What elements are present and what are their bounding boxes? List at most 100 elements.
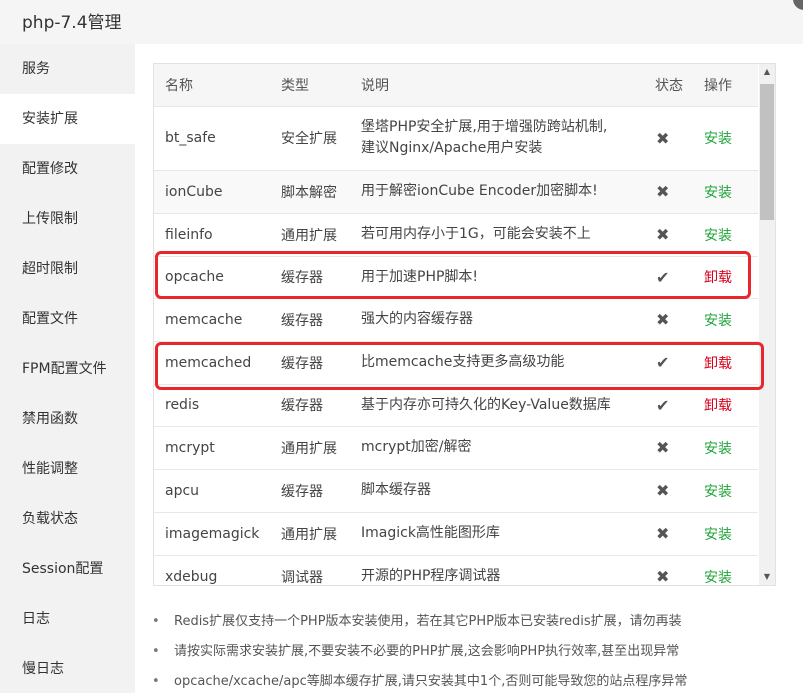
table-row: mcrypt 通用扩展 mcrypt加密/解密 ✖ 安装: [154, 425, 758, 469]
ext-desc: 用于解密ionCube Encoder加密脚本!: [350, 169, 644, 213]
header-status: 状态: [655, 77, 683, 94]
ext-action-cell: 安装: [693, 169, 758, 213]
ext-desc: 堡塔PHP安全扩展,用于增强防跨站机制, 建议Nginx/Apache用户安装: [350, 105, 644, 170]
sidebar-item-load-status[interactable]: 负载状态: [0, 494, 135, 544]
ext-action-cell: 卸载: [693, 383, 758, 426]
table-header-row: 名称 类型 说明 状态 操作: [154, 64, 758, 106]
ext-type: 通用扩展: [270, 425, 350, 469]
install-button[interactable]: 安装: [704, 185, 732, 201]
sidebar-item-service[interactable]: 服务: [0, 44, 135, 94]
ext-desc: 若可用内存小于1G，可能会安装不上: [350, 212, 644, 256]
sidebar-item-config-modify[interactable]: 配置修改: [0, 144, 135, 194]
ext-name: fileinfo: [154, 212, 270, 256]
sidebar-item-timeout-limit[interactable]: 超时限制: [0, 244, 135, 294]
ext-name: imagemagick: [154, 511, 270, 555]
ext-action-cell: 安装: [693, 425, 758, 469]
installed-check-icon: ✔: [656, 395, 670, 415]
ext-status: ✖: [644, 212, 693, 256]
not-installed-icon: ✖: [656, 438, 670, 457]
scroll-thumb[interactable]: [760, 84, 774, 220]
ext-desc: Imagick高性能图形库: [350, 511, 644, 555]
highlight-box-memcached: [155, 342, 764, 390]
install-button[interactable]: 安装: [704, 441, 732, 457]
ext-name: apcu: [154, 468, 270, 512]
not-installed-icon: ✖: [656, 182, 670, 201]
not-installed-icon: ✖: [656, 310, 670, 329]
ext-type: 调试器: [270, 554, 350, 585]
ext-action-cell: 安装: [693, 511, 758, 555]
table-row: apcu 缓存器 脚本缓存器 ✖ 安装: [154, 468, 758, 512]
ext-status: ✖: [644, 425, 693, 469]
sidebar-item-fpm-config[interactable]: FPM配置文件: [0, 344, 135, 394]
title-bar: php-7.4管理: [0, 0, 803, 44]
highlight-box-opcache: [155, 251, 751, 299]
ext-name: memcache: [154, 297, 270, 341]
sidebar-item-session-config[interactable]: Session配置: [0, 544, 135, 594]
scroll-down-arrow-icon[interactable]: ▼: [759, 569, 775, 585]
ext-type: 缓存器: [270, 468, 350, 512]
header-action: 操作: [704, 77, 732, 94]
note-item: opcache/xcache/apc等脚本缓存扩展,请只安装其中1个,否则可能导…: [152, 670, 803, 693]
table-row: xdebug 调试器 开源的PHP程序调试器 ✖ 安装: [154, 554, 758, 586]
not-installed-icon: ✖: [656, 225, 670, 244]
ext-desc-line1: 堡塔PHP安全扩展,用于增强防跨站机制,: [361, 119, 608, 135]
not-installed-icon: ✖: [656, 524, 670, 543]
table-row: fileinfo 通用扩展 若可用内存小于1G，可能会安装不上 ✖ 安装: [154, 212, 758, 256]
ext-type: 缓存器: [270, 297, 350, 341]
ext-action-cell: 安装: [693, 554, 758, 585]
sidebar-item-log[interactable]: 日志: [0, 594, 135, 644]
extensions-table-container: 名称 类型 说明 状态 操作 bt_safe 安全扩展 堡塔PHP安全扩展,用于…: [153, 63, 776, 586]
ext-action-cell: 安装: [693, 212, 758, 256]
install-button[interactable]: 安装: [704, 484, 732, 500]
ext-desc: 强大的内容缓存器: [350, 297, 644, 341]
not-installed-icon: ✖: [656, 567, 670, 586]
sidebar-item-performance[interactable]: 性能调整: [0, 444, 135, 494]
install-button[interactable]: 安装: [704, 570, 732, 585]
table-scrollbar[interactable]: ▲ ▼: [759, 64, 775, 585]
header-name: 名称: [165, 77, 193, 94]
install-button[interactable]: 安装: [704, 527, 732, 543]
window-title: php-7.4管理: [22, 13, 122, 33]
uninstall-button[interactable]: 卸载: [704, 398, 732, 414]
ext-type: 缓存器: [270, 383, 350, 426]
close-icon[interactable]: [793, 0, 803, 10]
extensions-table: 名称 类型 说明 状态 操作 bt_safe 安全扩展 堡塔PHP安全扩展,用于…: [154, 64, 758, 586]
ext-status: ✖: [644, 511, 693, 555]
ext-desc: mcrypt加密/解密: [350, 425, 644, 469]
sidebar-item-upload-limit[interactable]: 上传限制: [0, 194, 135, 244]
ext-name: xdebug: [154, 554, 270, 585]
install-button[interactable]: 安装: [704, 131, 732, 147]
header-type: 类型: [281, 77, 309, 94]
scroll-up-arrow-icon[interactable]: ▲: [759, 64, 775, 80]
sidebar-item-slow-log[interactable]: 慢日志: [0, 644, 135, 693]
table-row: redis 缓存器 基于内存亦可持久化的Key-Value数据库 ✔ 卸载: [154, 383, 758, 426]
sidebar-item-config-file[interactable]: 配置文件: [0, 294, 135, 344]
header-desc: 说明: [361, 77, 389, 94]
table-row: ionCube 脚本解密 用于解密ionCube Encoder加密脚本! ✖ …: [154, 169, 758, 213]
install-button[interactable]: 安装: [704, 228, 732, 244]
not-installed-icon: ✖: [656, 481, 670, 500]
ext-status: ✖: [644, 468, 693, 512]
ext-desc: 脚本缓存器: [350, 468, 644, 512]
ext-type: 脚本解密: [270, 169, 350, 213]
ext-action-cell: 安装: [693, 105, 758, 170]
ext-status: ✔: [644, 383, 693, 426]
install-button[interactable]: 安装: [704, 313, 732, 329]
ext-status: ✖: [644, 169, 693, 213]
ext-desc-line2: 建议Nginx/Apache用户安装: [361, 140, 543, 156]
sidebar: 服务 安装扩展 配置修改 上传限制 超时限制 配置文件 FPM配置文件 禁用函数…: [0, 44, 135, 693]
not-installed-icon: ✖: [656, 128, 670, 148]
ext-name: bt_safe: [154, 105, 270, 170]
note-item: 请按实际需求安装扩展,不要安装不必要的PHP扩展,这会影响PHP执行效率,甚至出…: [152, 640, 803, 670]
table-row: imagemagick 通用扩展 Imagick高性能图形库 ✖ 安装: [154, 511, 758, 555]
ext-status: ✖: [644, 105, 693, 170]
sidebar-item-install-extension[interactable]: 安装扩展: [0, 94, 135, 144]
sidebar-item-disabled-functions[interactable]: 禁用函数: [0, 394, 135, 444]
ext-type: 安全扩展: [270, 105, 350, 170]
note-item: Redis扩展仅支持一个PHP版本安装使用，若在其它PHP版本已安装redis扩…: [152, 610, 803, 640]
ext-name: redis: [154, 383, 270, 426]
ext-desc: 开源的PHP程序调试器: [350, 554, 644, 585]
ext-status: ✖: [644, 297, 693, 341]
ext-action-cell: 安装: [693, 468, 758, 512]
ext-type: 通用扩展: [270, 511, 350, 555]
